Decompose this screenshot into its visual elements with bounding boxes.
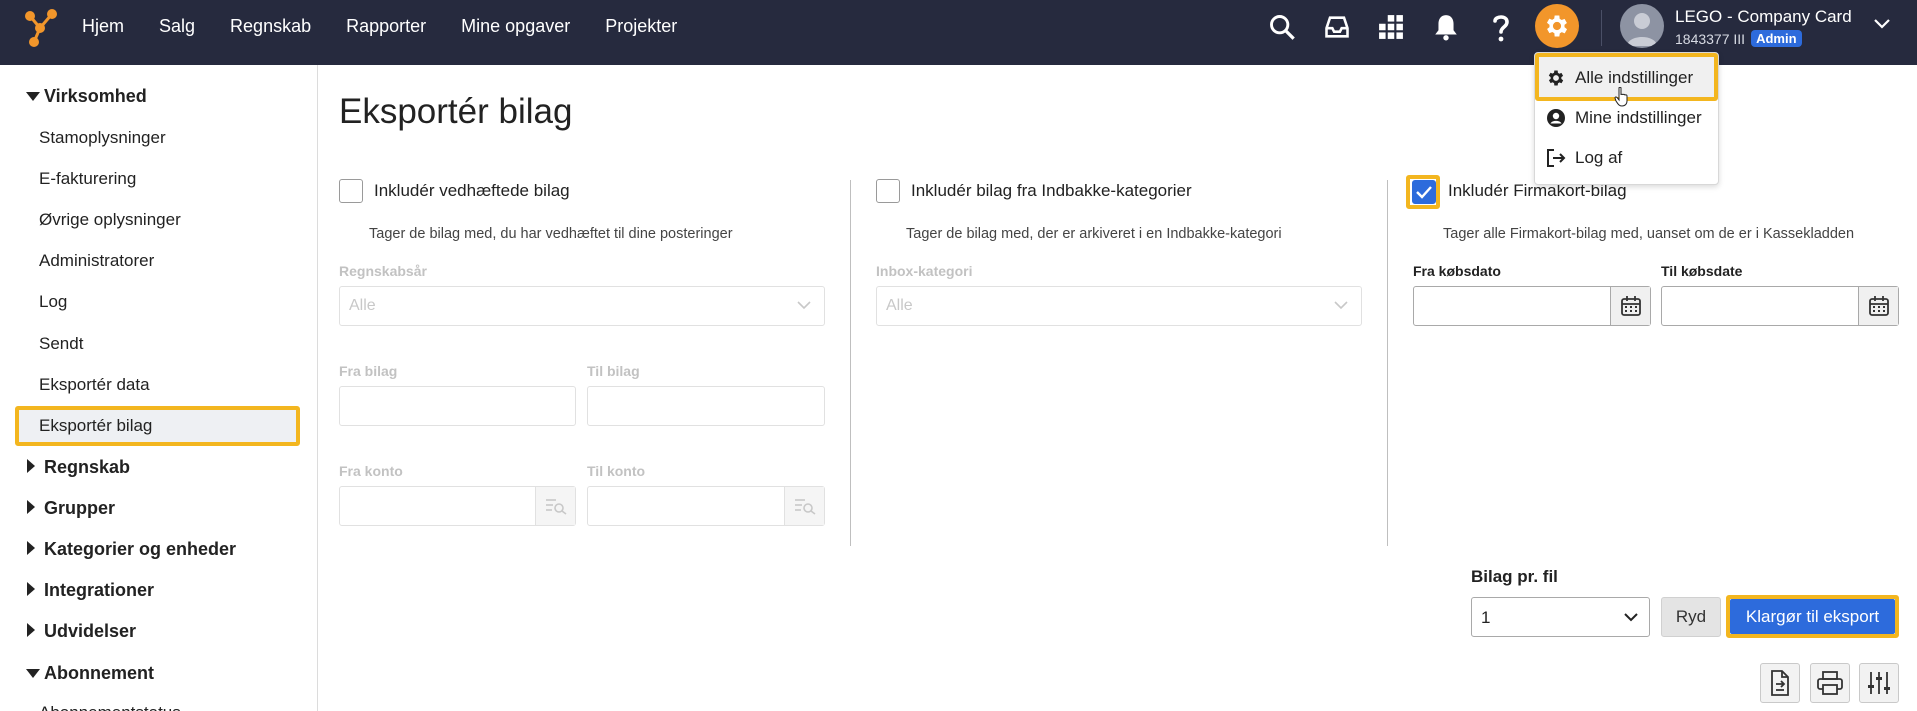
export-button[interactable]: Klargør til eksport xyxy=(1730,599,1895,634)
sidebar-item-log[interactable]: Log xyxy=(39,292,67,312)
include-firmakort-checkbox[interactable] xyxy=(1412,180,1436,204)
bilag-pr-fil-select[interactable]: 1 xyxy=(1471,597,1650,637)
column-divider xyxy=(850,180,851,546)
til-konto-input[interactable] xyxy=(587,486,825,526)
sidebar-item-e-fakturering[interactable]: E-fakturering xyxy=(39,169,136,189)
sidebar-item-sendt[interactable]: Sendt xyxy=(39,334,83,354)
include-attached-checkbox[interactable] xyxy=(339,179,363,203)
til-konto-label: Til konto xyxy=(587,463,646,479)
include-attached-help: Tager de bilag med, du har vedhæftet til… xyxy=(369,226,733,242)
hand-cursor-icon xyxy=(1614,87,1628,107)
caret-right-icon xyxy=(26,621,42,642)
caret-right-icon xyxy=(26,539,42,560)
caret-right-icon xyxy=(26,457,42,478)
search-icon[interactable] xyxy=(1265,10,1299,44)
inbox-kategori-label: Inbox-kategori xyxy=(876,263,973,279)
print-icon[interactable] xyxy=(1810,663,1850,703)
sidebar-item-eksporter-bilag[interactable]: Eksportér bilag xyxy=(39,416,152,436)
sidebar: Virksomhed Stamoplysninger E-fakturering… xyxy=(0,65,318,711)
til-koebsdato-label: Til købsdate xyxy=(1661,263,1743,279)
include-attached-label[interactable]: Inkludér vedhæftede bilag xyxy=(374,181,570,201)
export-file-icon[interactable] xyxy=(1760,663,1800,703)
checkmark-icon xyxy=(1416,186,1432,199)
include-inbox-help: Tager de bilag med, der er arkiveret i e… xyxy=(906,226,1282,242)
fra-bilag-label: Fra bilag xyxy=(339,363,398,379)
sidebar-group-integrationer[interactable]: Integrationer xyxy=(26,580,154,601)
caret-down-icon xyxy=(26,663,42,684)
chevron-down-icon xyxy=(1334,301,1348,310)
nav-regnskab[interactable]: Regnskab xyxy=(230,16,311,37)
include-firmakort-help: Tager alle Firmakort-bilag med, uanset o… xyxy=(1443,226,1855,242)
column-divider xyxy=(1387,180,1388,546)
account-lookup-icon[interactable] xyxy=(784,487,824,525)
regnskabsaar-select[interactable]: Alle xyxy=(339,286,825,326)
til-koebsdato-input[interactable] xyxy=(1661,286,1899,326)
til-bilag-input[interactable] xyxy=(587,386,825,426)
sidebar-item-eksporter-data[interactable]: Eksportér data xyxy=(39,375,150,395)
nav-rapporter[interactable]: Rapporter xyxy=(346,16,426,37)
page-title: Eksportér bilag xyxy=(339,92,573,131)
include-inbox-label[interactable]: Inkludér bilag fra Indbakke-kategorier xyxy=(911,181,1192,201)
fra-koebsdato-input[interactable] xyxy=(1413,286,1651,326)
sidebar-item-administratorer[interactable]: Administratorer xyxy=(39,251,154,271)
fra-konto-input[interactable] xyxy=(339,486,576,526)
app-logo-icon[interactable] xyxy=(22,8,62,48)
user-circle-icon xyxy=(1545,107,1567,129)
bilag-pr-fil-label: Bilag pr. fil xyxy=(1471,567,1558,586)
company-name[interactable]: LEGO - Company Card xyxy=(1675,7,1852,27)
sidebar-item-stamoplysninger[interactable]: Stamoplysninger xyxy=(39,128,166,148)
fra-koebsdato-label: Fra købsdato xyxy=(1413,263,1501,279)
nav-mine-opgaver[interactable]: Mine opgaver xyxy=(461,16,570,37)
menu-item-mine-indstillinger[interactable]: Mine indstillinger xyxy=(1545,107,1702,129)
calendar-icon[interactable] xyxy=(1858,287,1898,325)
menu-item-log-af[interactable]: Log af xyxy=(1545,147,1622,169)
nav-salg[interactable]: Salg xyxy=(159,16,195,37)
sidebar-group-regnskab[interactable]: Regnskab xyxy=(26,457,130,478)
calendar-icon[interactable] xyxy=(1610,287,1650,325)
sidebar-item-oevrige-oplysninger[interactable]: Øvrige oplysninger xyxy=(39,210,181,230)
help-icon[interactable] xyxy=(1484,10,1518,44)
include-inbox-checkbox[interactable] xyxy=(876,179,900,203)
chevron-down-icon[interactable] xyxy=(1873,18,1891,30)
inbox-icon[interactable] xyxy=(1320,10,1354,44)
regnskabsaar-label: Regnskabsår xyxy=(339,263,427,279)
avatar[interactable] xyxy=(1620,4,1664,48)
caret-right-icon xyxy=(26,498,42,519)
menu-item-alle-indstillinger[interactable]: Alle indstillinger xyxy=(1545,67,1693,89)
inbox-kategori-select[interactable]: Alle xyxy=(876,286,1362,326)
caret-right-icon xyxy=(26,580,42,601)
apps-grid-icon[interactable] xyxy=(1374,10,1408,44)
chevron-down-icon xyxy=(797,301,811,310)
gear-icon xyxy=(1546,15,1568,37)
gear-icon xyxy=(1545,67,1567,89)
nav-projekter[interactable]: Projekter xyxy=(605,16,677,37)
topbar-divider xyxy=(1601,10,1602,46)
sidebar-group-abonnement[interactable]: Abonnement xyxy=(26,663,154,684)
settings-button[interactable] xyxy=(1535,4,1579,48)
sidebar-group-virksomhed[interactable]: Virksomhed xyxy=(26,86,147,107)
account-subline: 1843377 III Admin xyxy=(1675,30,1802,47)
sliders-icon[interactable] xyxy=(1859,663,1899,703)
til-bilag-label: Til bilag xyxy=(587,363,640,379)
account-id: 1843377 III xyxy=(1675,30,1746,47)
nav-hjem[interactable]: Hjem xyxy=(82,16,124,37)
bell-icon[interactable] xyxy=(1429,10,1463,44)
fra-bilag-input[interactable] xyxy=(339,386,576,426)
admin-badge: Admin xyxy=(1751,30,1802,47)
account-lookup-icon[interactable] xyxy=(535,487,575,525)
caret-down-icon xyxy=(26,86,42,107)
sidebar-item-abonnementstatus[interactable]: Abonnementstatus xyxy=(39,703,181,711)
logout-icon xyxy=(1545,147,1567,169)
sidebar-group-grupper[interactable]: Grupper xyxy=(26,498,115,519)
sidebar-group-udvidelser[interactable]: Udvidelser xyxy=(26,621,136,642)
ryd-button[interactable]: Ryd xyxy=(1661,597,1721,637)
sidebar-group-kategorier[interactable]: Kategorier og enheder xyxy=(26,539,236,560)
fra-konto-label: Fra konto xyxy=(339,463,403,479)
chevron-down-icon xyxy=(1624,613,1638,622)
